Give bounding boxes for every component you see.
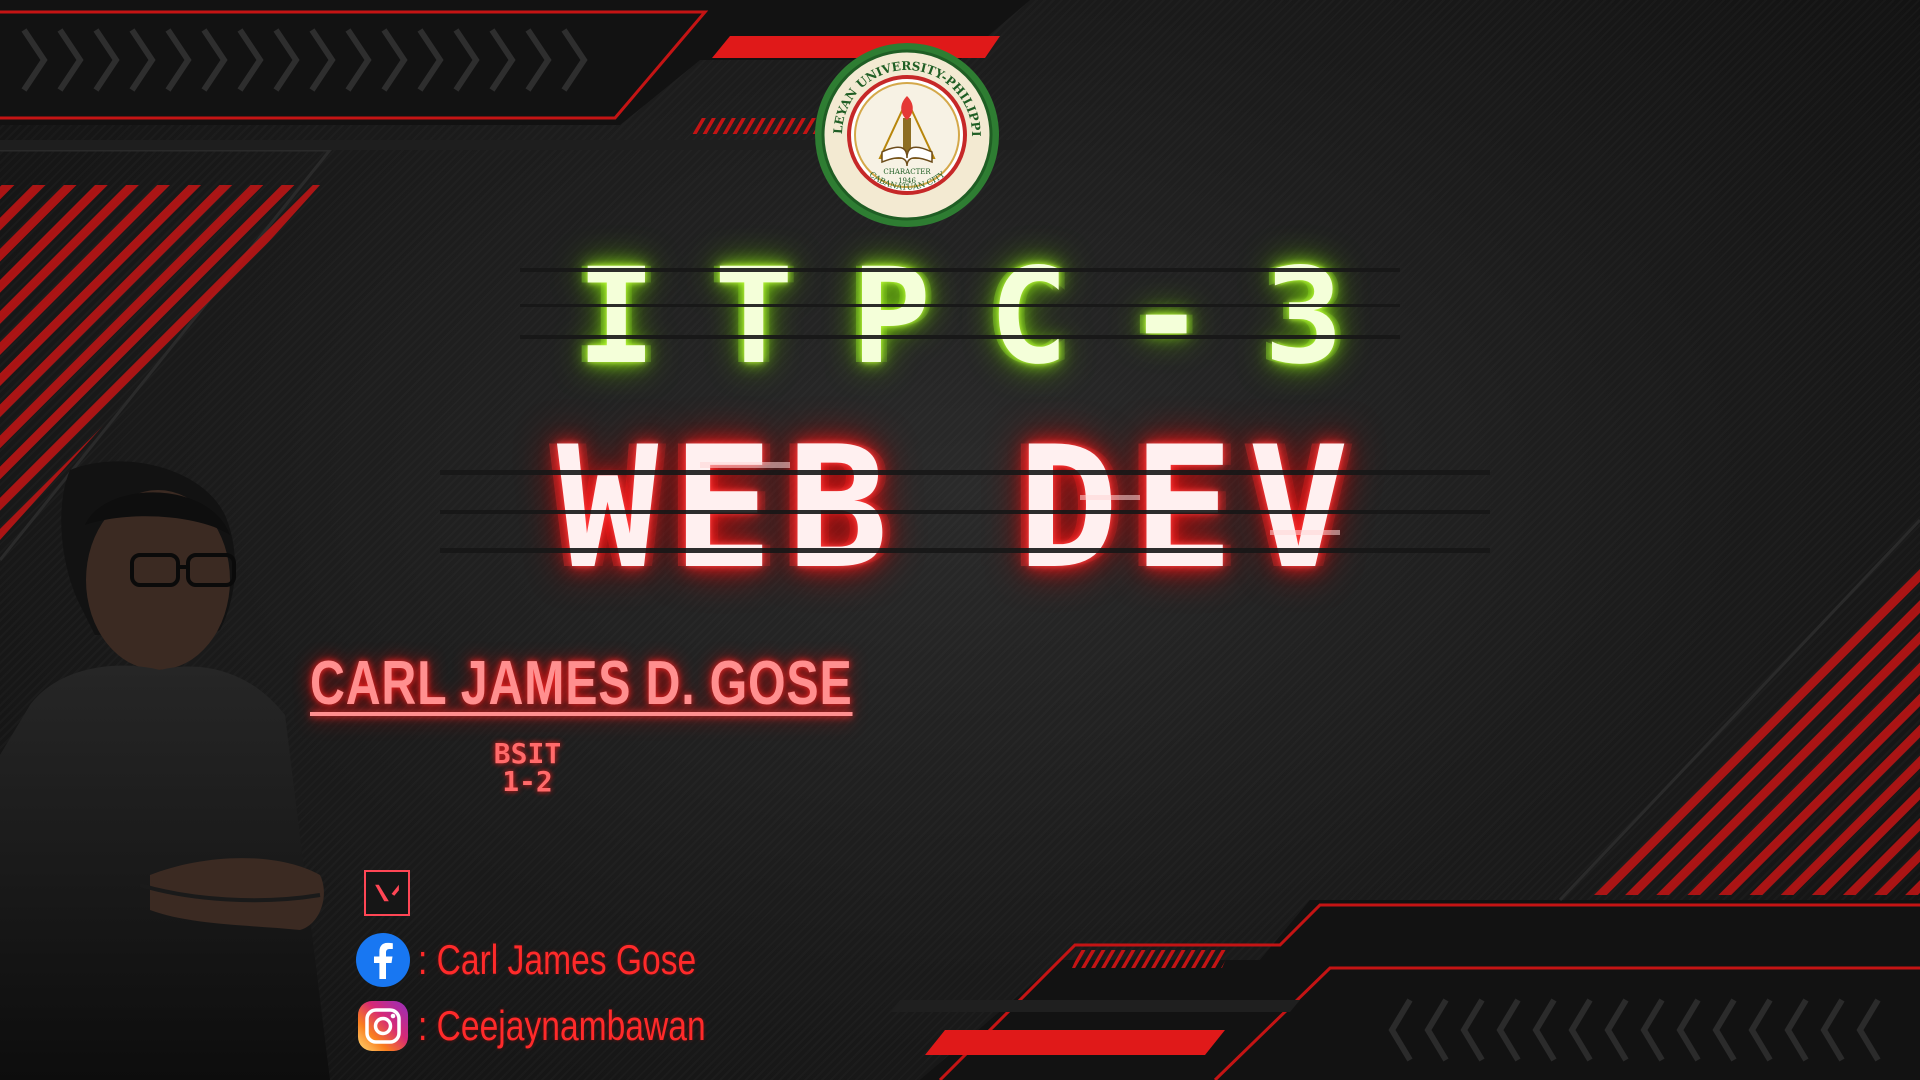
university-seal: WESLEYAN UNIVERSITY-PHILIPPINES CABANATU… <box>812 40 999 227</box>
instagram-contact: : Ceejaynambawan <box>356 998 778 1054</box>
right-stripes <box>1585 560 1920 895</box>
instagram-handle: : Ceejaynambawan <box>418 1002 706 1049</box>
valorant-logo-icon <box>364 870 410 916</box>
student-name: CARL JAMES D. GOSE <box>310 649 853 718</box>
bottom-red-bar <box>925 1030 1225 1055</box>
facebook-handle: : Carl James Gose <box>418 936 697 983</box>
student-section: BSIT 1-2 <box>470 740 585 796</box>
instagram-icon <box>358 1001 408 1051</box>
course-code-title: ITPC-3 <box>576 240 1402 394</box>
facebook-contact: : Carl James Gose <box>356 932 766 988</box>
section-year: 1-2 <box>502 765 553 798</box>
section-program: BSIT <box>493 737 562 770</box>
facebook-icon <box>356 933 410 987</box>
student-photo <box>0 461 330 1080</box>
poster: WESLEYAN UNIVERSITY-PHILIPPINES CABANATU… <box>0 0 1920 1080</box>
seal-year-text: 1946 <box>898 177 916 185</box>
seal-motto-text: CHARACTER <box>883 168 931 176</box>
